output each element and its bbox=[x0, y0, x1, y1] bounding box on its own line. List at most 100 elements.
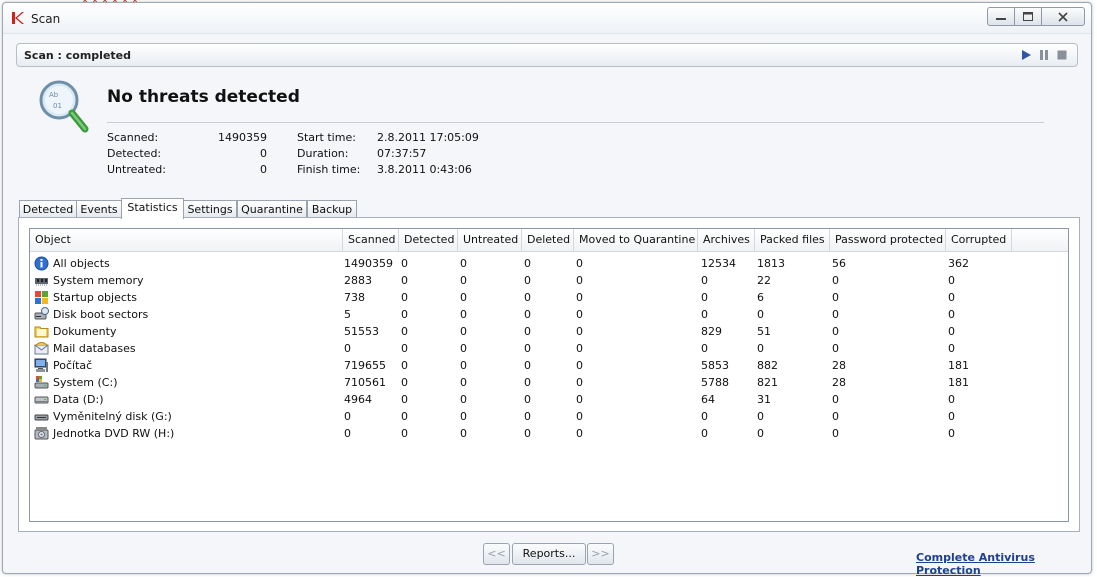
tab-settings[interactable]: Settings bbox=[183, 200, 237, 218]
cell-archives: 5853 bbox=[701, 359, 729, 372]
maximize-button[interactable] bbox=[1014, 7, 1042, 26]
tab-quarantine[interactable]: Quarantine bbox=[237, 200, 307, 218]
table-row[interactable]: All objects 1490359 0 0 0 0 12534 1813 56 362 bbox=[30, 255, 1068, 272]
cell-password-protected: 28 bbox=[832, 359, 846, 372]
cell-detected: 0 bbox=[401, 393, 408, 406]
computer-icon bbox=[34, 358, 48, 372]
window-title: Scan bbox=[31, 12, 61, 26]
table-row[interactable]: Disk boot sectors 5 0 0 0 0 0 0 0 0 bbox=[30, 306, 1068, 323]
pause-icon[interactable] bbox=[1038, 49, 1050, 61]
column-header-object[interactable]: Object bbox=[30, 229, 343, 251]
cell-packed-files: 0 bbox=[757, 342, 764, 355]
cell-archives: 64 bbox=[701, 393, 715, 406]
dvd-drive-icon bbox=[34, 427, 49, 440]
column-header-deleted[interactable]: Deleted bbox=[522, 229, 574, 251]
cell-untreated: 0 bbox=[460, 308, 467, 321]
column-header-moved-to-quarantine[interactable]: Moved to Quarantine bbox=[574, 229, 698, 251]
table-row[interactable]: Startup objects 738 0 0 0 0 0 6 0 0 bbox=[30, 289, 1068, 306]
tab-detected[interactable]: Detected bbox=[19, 200, 77, 218]
cell-scanned: 0 bbox=[344, 427, 351, 440]
cell-untreated: 0 bbox=[460, 393, 467, 406]
table-row[interactable]: Vyměnitelný disk (G:) 0 0 0 0 0 0 0 0 0 bbox=[30, 408, 1068, 425]
cell-untreated: 0 bbox=[460, 359, 467, 372]
cell-packed-files: 6 bbox=[757, 291, 764, 304]
tab-events[interactable]: Events bbox=[76, 200, 122, 218]
cell-object: Startup objects bbox=[53, 291, 137, 304]
cell-object: Počítač bbox=[53, 359, 93, 372]
cell-moved-to-quarantine: 0 bbox=[576, 308, 583, 321]
cell-object: Dokumenty bbox=[53, 325, 117, 338]
table-row[interactable]: Dokumenty 51553 0 0 0 0 829 51 0 0 bbox=[30, 323, 1068, 340]
cell-scanned: 0 bbox=[344, 410, 351, 423]
column-header-untreated[interactable]: Untreated bbox=[458, 229, 522, 251]
complete-antivirus-protection-link[interactable]: Complete Antivirus Protection bbox=[916, 551, 1091, 577]
cell-archives: 829 bbox=[701, 325, 722, 338]
cell-password-protected: 0 bbox=[832, 274, 839, 287]
hard-drive-icon bbox=[34, 396, 49, 404]
tab-statistics[interactable]: Statistics bbox=[121, 198, 184, 219]
cell-password-protected: 56 bbox=[832, 257, 846, 270]
cell-corrupted: 0 bbox=[948, 393, 955, 406]
cell-scanned: 51553 bbox=[344, 325, 379, 338]
column-header-packed-files[interactable]: Packed files bbox=[755, 229, 830, 251]
cell-archives: 5788 bbox=[701, 376, 729, 389]
play-icon[interactable] bbox=[1020, 49, 1032, 61]
cell-object: Jednotka DVD RW (H:) bbox=[53, 427, 175, 440]
memory-icon bbox=[35, 278, 48, 286]
cell-object: Vyměnitelný disk (G:) bbox=[53, 410, 172, 423]
summary-finish-time-value: 3.8.2011 0:43:06 bbox=[377, 163, 472, 176]
cell-password-protected: 0 bbox=[832, 308, 839, 321]
summary-divider bbox=[107, 122, 1044, 123]
cell-object: All objects bbox=[53, 257, 110, 270]
column-header-corrupted[interactable]: Corrupted bbox=[946, 229, 1012, 251]
minimize-button[interactable] bbox=[987, 7, 1015, 26]
table-row[interactable]: Jednotka DVD RW (H:) 0 0 0 0 0 0 0 0 0 bbox=[30, 425, 1068, 442]
cell-detected: 0 bbox=[401, 410, 408, 423]
cell-deleted: 0 bbox=[524, 342, 531, 355]
reports-button[interactable]: Reports... bbox=[512, 543, 586, 565]
summary-untreated-value: 0 bbox=[260, 163, 267, 176]
cell-password-protected: 0 bbox=[832, 342, 839, 355]
cell-packed-files: 1813 bbox=[757, 257, 785, 270]
next-button[interactable]: >> bbox=[587, 543, 614, 565]
cell-packed-files: 31 bbox=[757, 393, 771, 406]
cell-detected: 0 bbox=[401, 342, 408, 355]
cell-deleted: 0 bbox=[524, 257, 531, 270]
cell-archives: 12534 bbox=[701, 257, 736, 270]
scan-status-bar: Scan : completed bbox=[16, 43, 1078, 67]
tab-backup[interactable]: Backup bbox=[307, 200, 357, 218]
cell-moved-to-quarantine: 0 bbox=[576, 427, 583, 440]
cell-untreated: 0 bbox=[460, 427, 467, 440]
cell-detected: 0 bbox=[401, 376, 408, 389]
cell-deleted: 0 bbox=[524, 325, 531, 338]
cell-password-protected: 0 bbox=[832, 393, 839, 406]
summary-start-time-label: Start time: bbox=[297, 131, 356, 144]
table-row[interactable]: Počítač 719655 0 0 0 0 5853 882 28 181 bbox=[30, 357, 1068, 374]
previous-button[interactable]: << bbox=[483, 543, 510, 565]
table-row[interactable]: System (C:) 710561 0 0 0 0 5788 821 28 181 bbox=[30, 374, 1068, 391]
table-row[interactable]: System memory 2883 0 0 0 0 0 22 0 0 bbox=[30, 272, 1068, 289]
column-header-archives[interactable]: Archives bbox=[698, 229, 755, 251]
cell-password-protected: 28 bbox=[832, 376, 846, 389]
cell-moved-to-quarantine: 0 bbox=[576, 376, 583, 389]
cell-archives: 0 bbox=[701, 308, 708, 321]
column-header-scanned[interactable]: Scanned bbox=[343, 229, 399, 251]
close-button[interactable] bbox=[1041, 7, 1085, 26]
cell-untreated: 0 bbox=[460, 274, 467, 287]
table-row[interactable]: Mail databases 0 0 0 0 0 0 0 0 0 bbox=[30, 340, 1068, 357]
stop-icon[interactable] bbox=[1056, 49, 1068, 61]
cell-packed-files: 0 bbox=[757, 410, 764, 423]
cell-corrupted: 0 bbox=[948, 410, 955, 423]
cell-corrupted: 0 bbox=[948, 342, 955, 355]
column-header-password-protected[interactable]: Password protected bbox=[830, 229, 946, 251]
table-row[interactable]: Data (D:) 4964 0 0 0 0 64 31 0 0 bbox=[30, 391, 1068, 408]
column-header-detected[interactable]: Detected bbox=[399, 229, 458, 251]
close-icon bbox=[1058, 11, 1068, 22]
cell-detected: 0 bbox=[401, 291, 408, 304]
cell-deleted: 0 bbox=[524, 393, 531, 406]
summary-finish-time-label: Finish time: bbox=[297, 163, 361, 176]
cell-moved-to-quarantine: 0 bbox=[576, 393, 583, 406]
cell-scanned: 1490359 bbox=[344, 257, 393, 270]
cell-corrupted: 0 bbox=[948, 308, 955, 321]
removable-drive-icon bbox=[34, 414, 49, 421]
